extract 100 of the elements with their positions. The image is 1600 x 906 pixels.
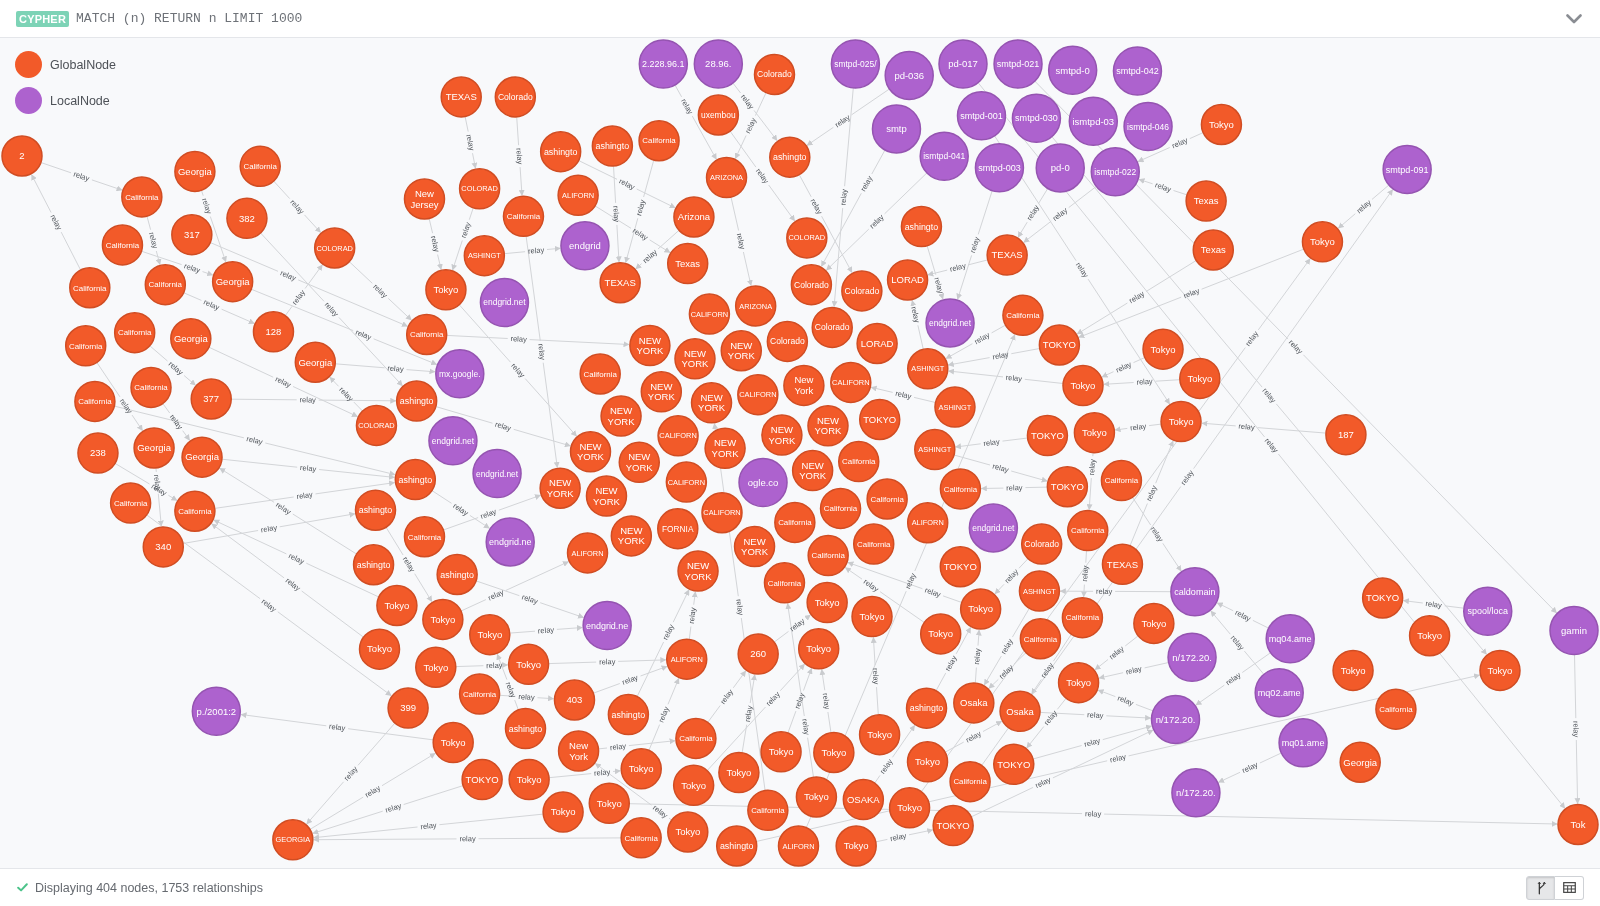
graph-node[interactable]: TOKYO [932,804,974,847]
relationship-arrow[interactable] [200,189,227,263]
relationship-arrow[interactable] [974,629,982,684]
graph-node[interactable]: 403 [553,679,596,721]
relationship-arrow[interactable] [1103,379,1181,387]
graph-node[interactable]: Tokyo [906,741,949,783]
graph-node[interactable]: FORNIA [657,507,699,550]
graph-node[interactable]: NEW YORK [791,449,834,492]
graph-node[interactable]: smtpd-042 [1112,46,1163,96]
legend-swatch-icon[interactable] [15,87,42,114]
relationship-arrow[interactable] [875,828,934,843]
relationship-arrow[interactable] [1210,610,1265,675]
graph-node[interactable]: Tokyo [1301,221,1344,263]
graph-node[interactable]: endgrid.ne [582,600,632,651]
relationship-arrow[interactable] [1097,689,1154,712]
graph-node[interactable]: Tokyo [795,776,838,818]
relationship-arrow[interactable] [927,259,989,277]
relationship-arrow[interactable] [1402,598,1465,609]
legend-label[interactable]: GlobalNode [50,57,116,72]
graph-node[interactable]: NEW YORK [704,427,746,470]
graph-node[interactable]: 382 [226,197,268,240]
graph-node[interactable]: Tokyo [1062,364,1104,407]
graph-node[interactable]: ismtpd-03 [1068,96,1119,147]
relationship-arrow[interactable] [1076,260,1197,335]
graph-node[interactable]: smtp [871,104,922,154]
graph-node[interactable]: ashingto [607,693,650,736]
graph-node[interactable]: Georgia [211,260,254,303]
legend-label[interactable]: LocalNode [50,93,110,108]
graph-node[interactable]: NEW YORK [585,475,628,517]
graph-node[interactable]: TOKYO [993,743,1035,786]
relationship-arrow[interactable] [1017,187,1049,238]
relationship-arrow[interactable] [464,116,478,169]
graph-node[interactable]: Tokyo [425,269,467,311]
graph-node[interactable]: Osaka [999,690,1041,733]
graph-node[interactable]: NEW YORK [690,382,733,424]
graph-node[interactable]: LORAD [856,322,898,365]
graph-node[interactable]: Tokyo [813,731,855,774]
relationship-arrow[interactable] [1574,654,1581,805]
relationship-arrow[interactable] [947,348,1041,367]
relationship-arrow[interactable] [1101,357,1146,378]
graph-node[interactable]: Georgia [294,341,337,383]
graph-node[interactable]: TEXAS [599,262,641,304]
graph-canvas[interactable] [0,38,1600,868]
relationship-arrow[interactable] [598,738,676,750]
table-view-button[interactable] [1555,875,1584,900]
relationship-arrow[interactable] [734,92,767,160]
relationship-arrow[interactable] [870,385,936,403]
graph-node[interactable]: 2.228.96.1 [638,39,689,89]
relationship-arrow[interactable] [1059,588,1172,595]
graph-node[interactable]: mq04.ame [1265,614,1315,664]
graph-node[interactable]: Colorado [790,263,833,306]
relationship-arrow[interactable] [516,116,525,196]
graph-node[interactable]: NEW YORK [674,338,716,380]
relationship-arrow[interactable] [1114,423,1162,433]
graph-node[interactable]: Tokyo [959,588,1002,630]
graph-node[interactable]: pd-017 [938,39,988,89]
relationship-arrow[interactable] [955,437,1029,450]
graph-node[interactable]: smtpd-001 [956,91,1007,141]
graph-node[interactable]: mq01.ame [1278,718,1328,768]
relationship-arrow[interactable] [688,591,698,640]
graph-node[interactable]: 28.96. [693,39,744,89]
graph-node[interactable]: 187 [1325,413,1367,456]
graph-node[interactable]: NEW YORK [629,324,671,367]
graph-node[interactable]: ashingto [591,125,634,167]
graph-node[interactable]: Tokyo [1200,103,1243,146]
graph-node[interactable]: Tokyo [919,613,962,655]
relationship-arrow[interactable] [648,678,680,751]
graph-node[interactable]: Tokyo [415,646,457,688]
graph-node[interactable]: Tokyo [1160,400,1202,443]
legend-swatch-icon[interactable] [15,51,42,78]
relationship-arrow[interactable] [594,763,673,821]
graph-node[interactable]: NEW YORK [733,525,776,568]
graph-node[interactable]: Tokyo [469,613,511,656]
graph-node[interactable]: ashingto [436,553,478,596]
graph-node[interactable]: n/172.20. [1167,632,1217,682]
graph-node[interactable]: Tok [1557,803,1599,846]
graph-node[interactable]: Tokyo [376,584,418,627]
query-text[interactable]: MATCH (n) RETURN n LIMIT 1000 [76,11,303,26]
relationship-arrow[interactable] [1098,662,1170,680]
relationship-arrow[interactable] [953,454,1048,483]
relationship-arrow[interactable] [1138,178,1188,196]
graph-node[interactable]: LORAD [886,259,929,301]
graph-node[interactable]: New York [557,730,600,772]
graph-node[interactable]: Colorado [494,76,537,118]
graph-node[interactable]: TOKYO [1038,324,1081,366]
relationship-arrow[interactable] [819,669,832,734]
graph-node[interactable]: ashingto [352,543,395,586]
graph-node[interactable]: Georgia [133,427,175,469]
graph-node[interactable]: NEW YORK [600,395,642,437]
graph-node[interactable]: Colorado [841,270,883,312]
graph-node[interactable]: Texas [1185,180,1227,222]
relationship-arrow[interactable] [149,345,196,386]
graph-node[interactable]: TOKYO [1361,577,1404,619]
relationship-arrow[interactable] [503,245,561,255]
relationship-arrow[interactable] [1216,602,1270,629]
graph-node[interactable]: ashingto [769,136,811,178]
relationship-arrow[interactable] [1023,185,1097,243]
graph-node[interactable]: Tokyo [667,811,709,853]
graph-node[interactable]: smtpd-003 [974,143,1025,193]
graph-node[interactable]: Tokyo [1479,649,1521,692]
